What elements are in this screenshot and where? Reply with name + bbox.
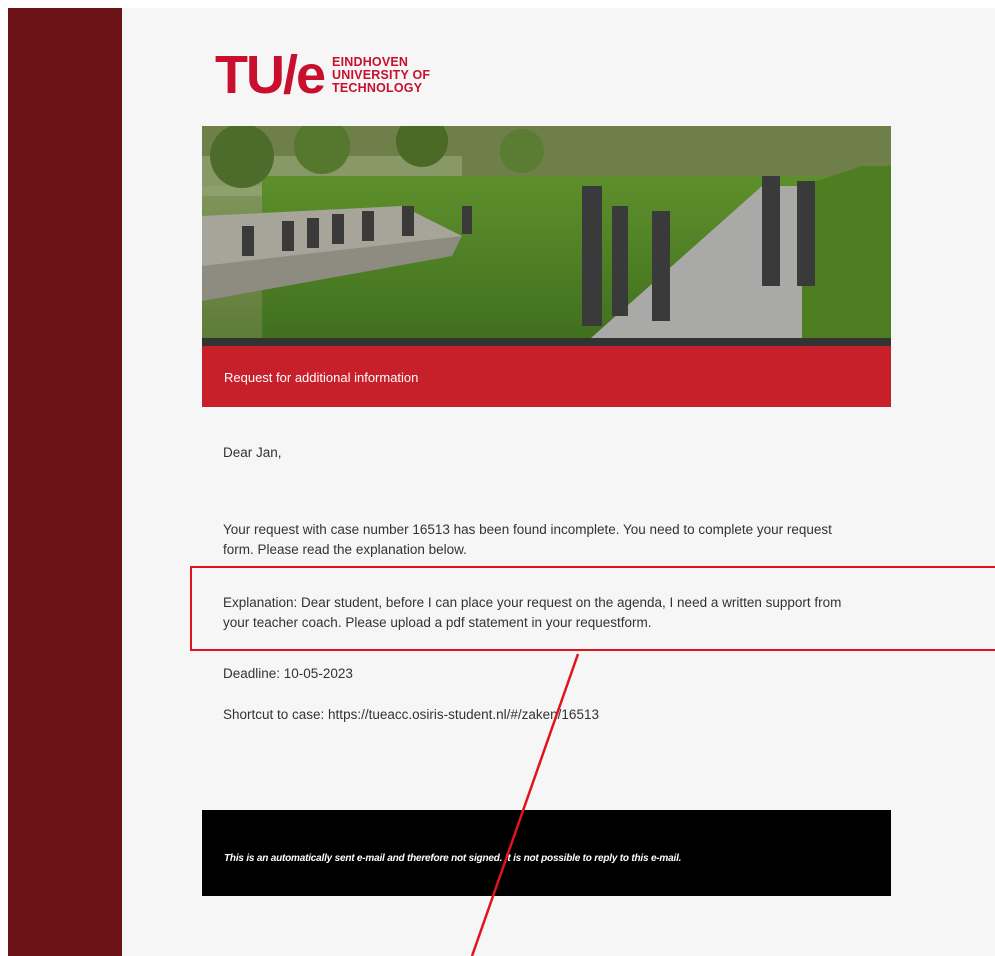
email-deadline: Deadline: 10-05-2023 [223,666,353,681]
logo-mark: TU/e [215,45,326,105]
logo-wordmark: EINDHOVEN UNIVERSITY OF TECHNOLOGY [332,54,431,95]
footer-note: This is an automatically sent e-mail and… [224,853,682,864]
tue-logo: TU/e EINDHOVEN UNIVERSITY OF TECHNOLOGY [215,45,431,105]
logo-line-1: EINDHOVEN [332,54,409,69]
sidebar-panel [8,8,122,956]
email-footer: This is an automatically sent e-mail and… [202,810,891,896]
logo-line-2: UNIVERSITY OF [332,67,431,82]
annotation-highlight-box [190,566,995,651]
notification-banner: Request for additional information [202,346,891,407]
banner-title: Request for additional information [224,370,419,385]
email-intro: Your request with case number 16513 has … [223,522,832,557]
email-greeting: Dear Jan, [223,445,282,460]
email-shortcut-link[interactable]: Shortcut to case: https://tueacc.osiris-… [223,705,843,725]
hero-image [202,126,891,346]
logo-line-3: TECHNOLOGY [332,80,423,95]
